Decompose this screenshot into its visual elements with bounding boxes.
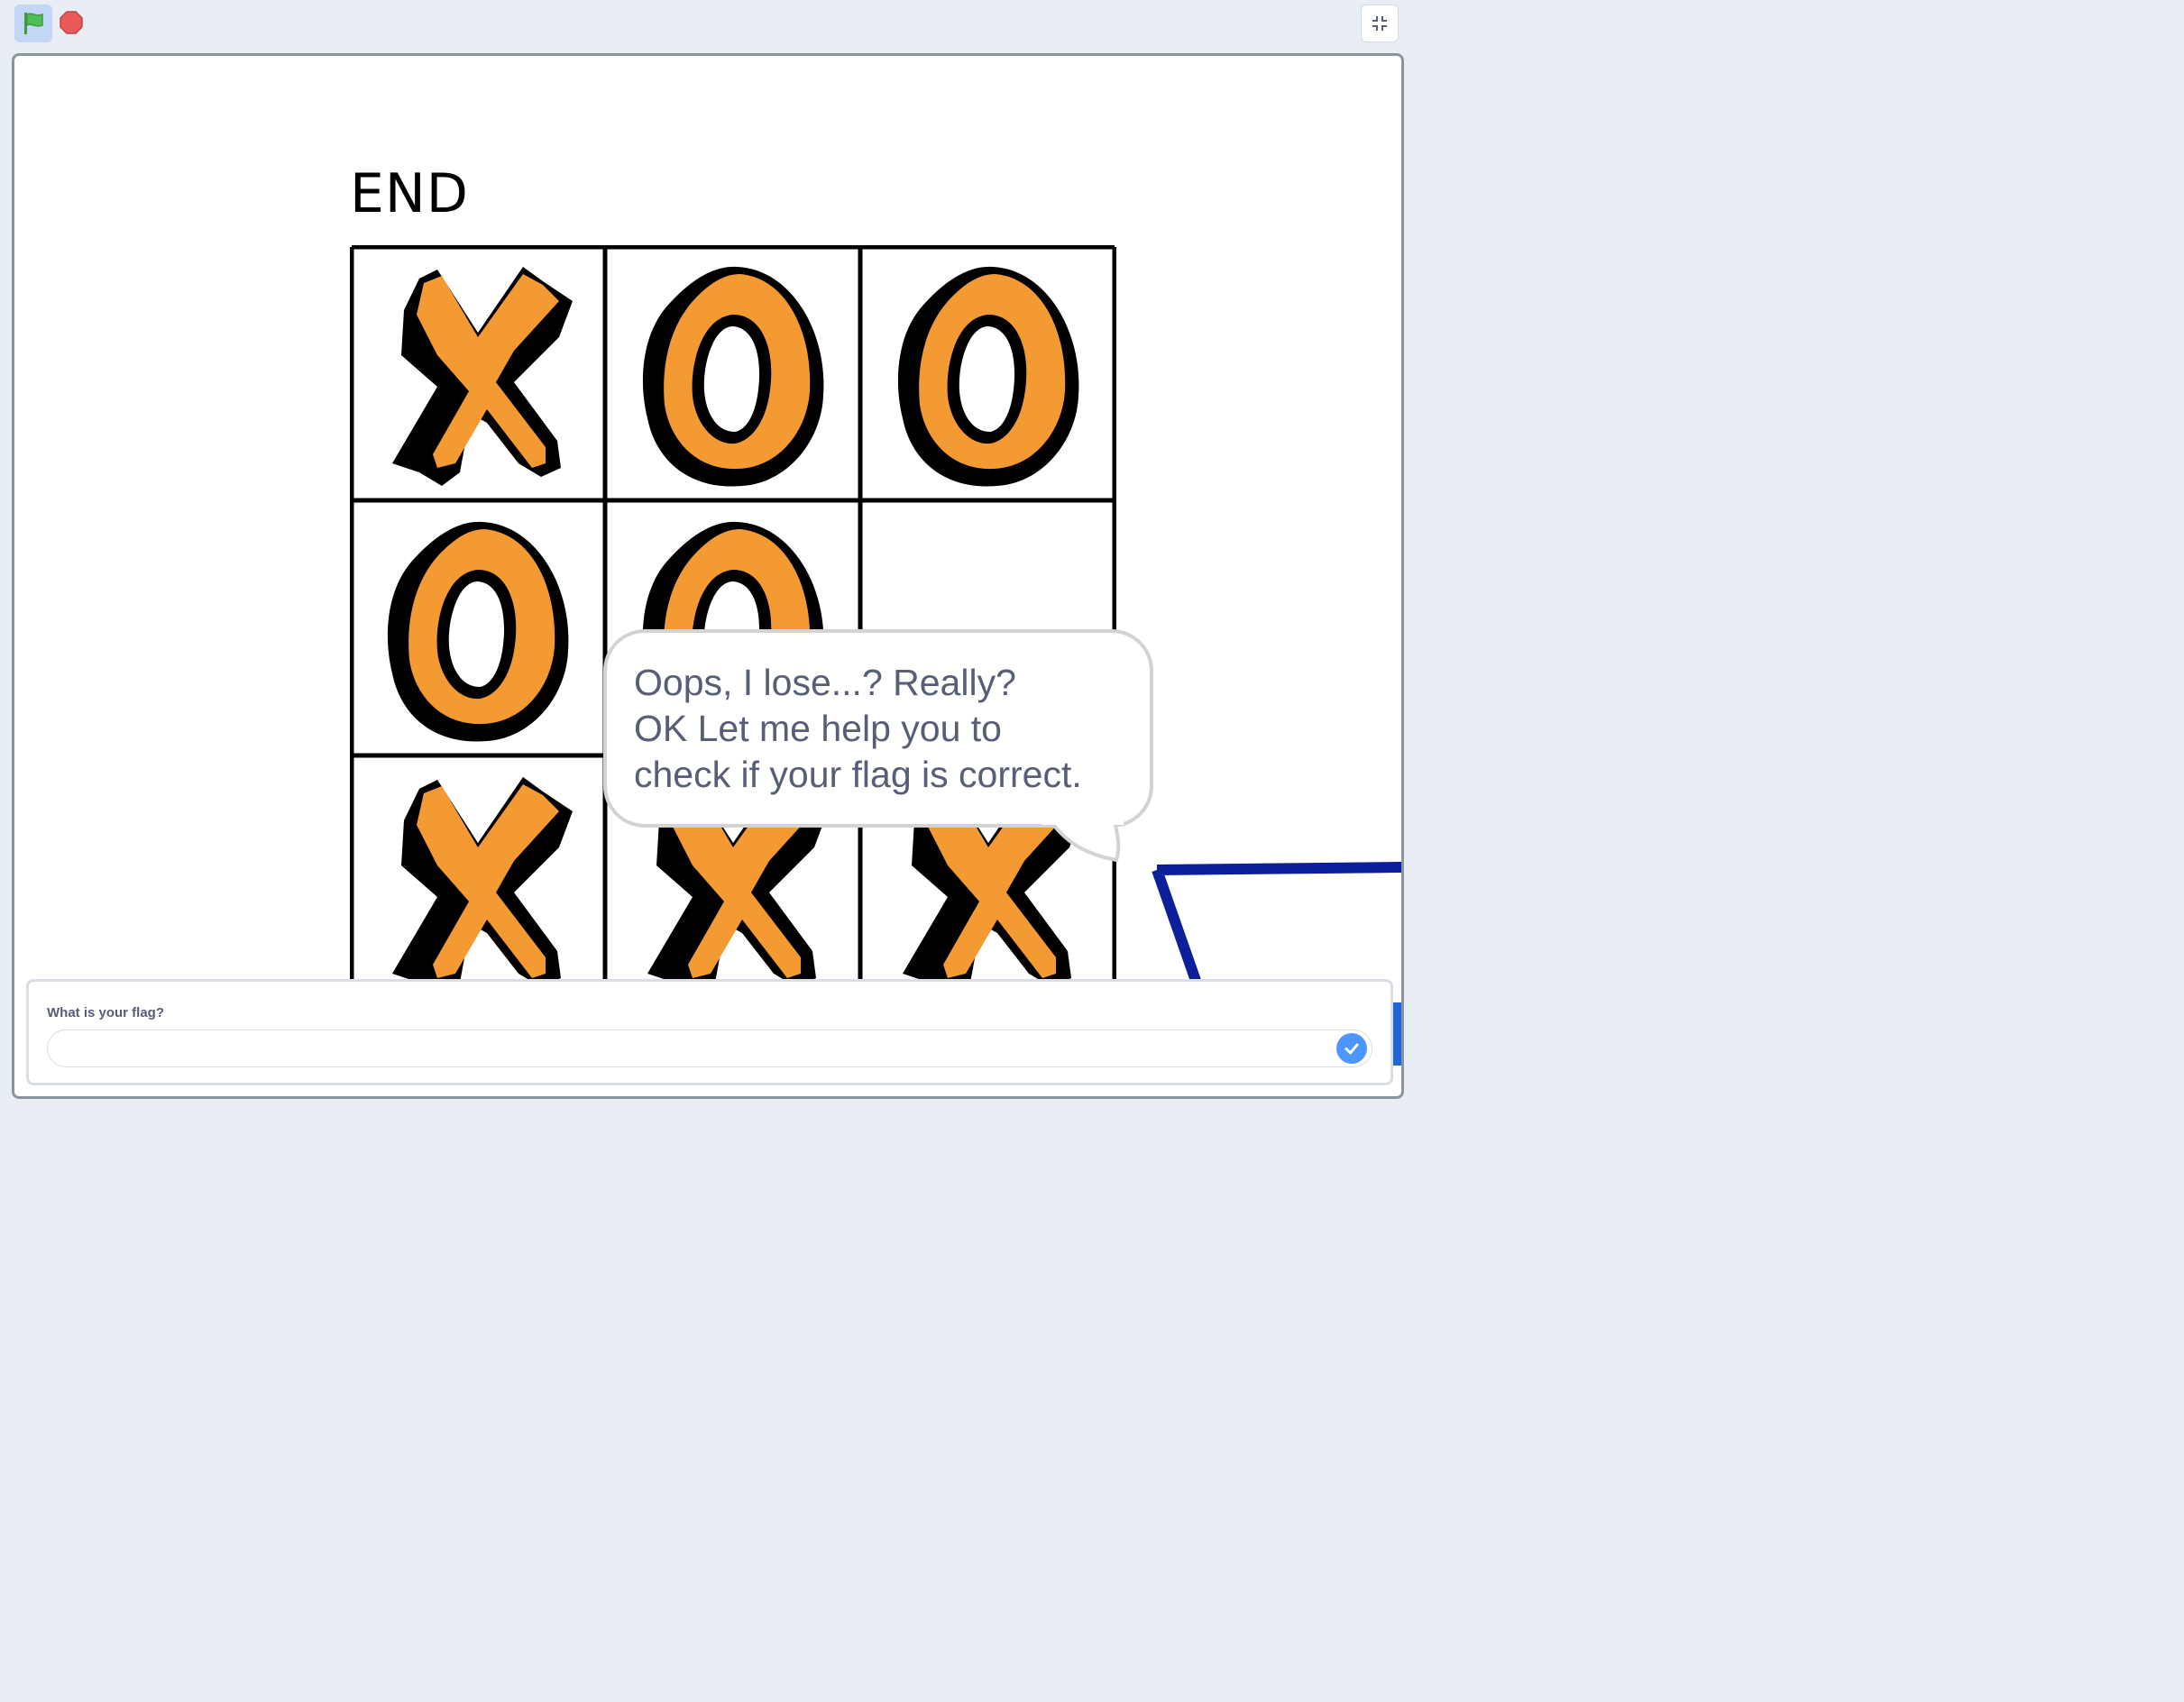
stop-button[interactable] — [56, 7, 87, 38]
player-toolbar — [0, 0, 1414, 49]
o-mark — [387, 521, 569, 742]
o-mark — [897, 266, 1079, 487]
x-mark — [392, 777, 573, 993]
green-flag-icon — [24, 13, 43, 34]
board-cell-0-0 — [392, 267, 573, 486]
board-cell-1-0 — [387, 521, 569, 742]
exit-fullscreen-icon — [1372, 16, 1387, 31]
x-mark — [392, 267, 573, 486]
board-cell-2-0 — [392, 777, 573, 993]
speech-line-3: check if your flag is correct. — [634, 754, 1082, 795]
stop-icon — [60, 11, 83, 34]
speech-bubble: Oops, I lose...? Really? OK Let me help … — [603, 629, 1153, 828]
end-title: END — [350, 162, 469, 225]
tic-tac-toe-board — [350, 245, 1116, 993]
exit-fullscreen-button[interactable] — [1361, 5, 1399, 42]
check-icon — [1344, 1043, 1359, 1055]
ask-prompt: What is your flag? — [26, 979, 1393, 1085]
speech-bubble-tail — [1042, 820, 1124, 863]
speech-line-2: OK Let me help you to — [634, 708, 1002, 749]
board-cell-0-1 — [642, 266, 824, 487]
ask-submit-button[interactable] — [1336, 1033, 1367, 1064]
o-mark — [642, 266, 824, 487]
ask-question-label: What is your flag? — [47, 1005, 165, 1020]
flag-answer-input[interactable] — [47, 1029, 1372, 1067]
stage[interactable]: END Oops, I lose...? Really? OK Let me h… — [12, 53, 1404, 1099]
green-flag-button[interactable] — [14, 5, 52, 42]
speech-line-1: Oops, I lose...? Really? — [634, 662, 1016, 703]
board-cell-0-2 — [897, 266, 1079, 487]
